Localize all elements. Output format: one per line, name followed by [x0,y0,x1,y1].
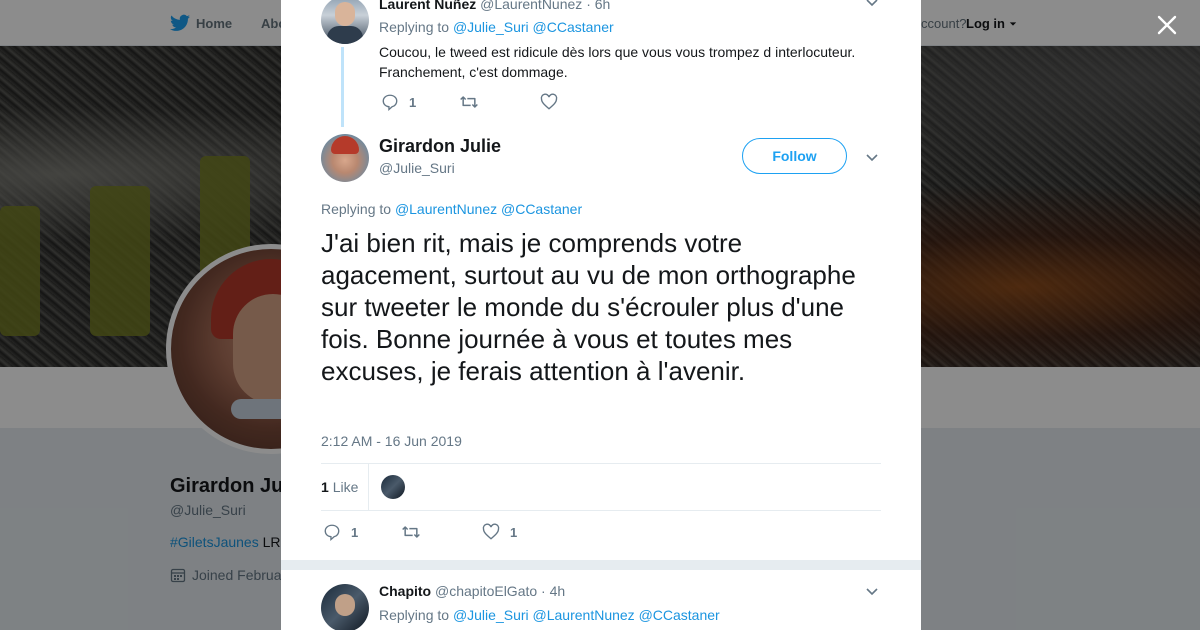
section-divider [281,560,921,570]
main-author-name[interactable]: Girardon Julie [379,136,501,157]
parent-replying-to: Replying to @Julie_Suri @CCastaner [379,19,614,35]
reply-tweet-time[interactable]: · 4h [541,583,565,599]
follow-button[interactable]: Follow [742,138,847,174]
likes-count: 1 [321,479,329,495]
reply-count: 1 [351,524,359,540]
chevron-down-icon[interactable] [864,0,880,10]
divider [321,510,881,511]
parent-author-handle[interactable]: @LaurentNunez [480,0,582,12]
chevron-down-icon[interactable] [864,583,880,599]
parent-author-name[interactable]: Laurent Nuñez [379,0,476,12]
like-button[interactable] [540,93,558,111]
chevron-down-icon[interactable] [864,149,880,165]
reply-author-handle[interactable]: @chapitoElGato [435,583,537,599]
tweet-modal: Laurent Nuñez @LaurentNunez · 6h Replyin… [281,0,921,630]
avatar-chapito[interactable] [321,584,369,630]
thread-line [341,47,344,127]
liker-avatar[interactable] [381,475,405,499]
like-button[interactable]: 1 [482,523,517,541]
retweet-icon [460,96,478,108]
retweet-button[interactable] [401,523,421,541]
reply-icon [324,524,340,541]
main-replying-to: Replying to @LaurentNunez @CCastaner [321,201,582,217]
replying-prefix: Replying to [379,19,450,35]
reply-button[interactable]: 1 [323,523,358,541]
parent-text-line: Franchement, c'est dommage. [379,64,568,80]
retweet-button[interactable] [459,93,479,111]
heart-icon [482,523,500,540]
parent-text-line: Coucou, le tweed est ridicule dès lors q… [379,44,856,60]
mention-link[interactable]: @CCastaner [639,607,720,623]
reply-count: 1 [409,94,417,110]
main-author-handle[interactable]: @Julie_Suri [379,160,455,176]
close-button[interactable] [1152,10,1182,40]
mention-link[interactable]: @LaurentNunez [395,201,497,217]
reply-author-name[interactable]: Chapito [379,583,431,599]
close-icon [1157,15,1177,35]
reply-button[interactable]: 1 [381,93,416,111]
mention-link[interactable]: @LaurentNunez [533,607,635,623]
avatar-julie[interactable] [321,134,369,182]
tweet-timestamp[interactable]: 2:12 AM - 16 Jun 2019 [321,433,462,449]
divider [321,463,881,464]
like-count: 1 [510,524,518,540]
likes-label: Like [332,479,359,495]
main-tweet-text: J'ai bien rit, mais je comprends votre a… [321,228,856,386]
mention-link[interactable]: @CCastaner [501,201,582,217]
parent-tweet-text: Coucou, le tweed est ridicule dès lors q… [379,42,855,82]
mention-link[interactable]: @Julie_Suri [453,19,529,35]
likes-stat[interactable]: 1 Like [321,479,358,495]
reply-icon [382,94,398,111]
divider [368,464,369,510]
reply-replying-to: Replying to @Julie_Suri @LaurentNunez @C… [379,607,720,623]
heart-icon [540,93,558,110]
parent-tweet-header: Laurent Nuñez @LaurentNunez · 6h [379,0,610,12]
replying-prefix: Replying to [379,607,450,623]
retweet-icon [402,526,420,538]
replying-prefix: Replying to [321,201,392,217]
parent-tweet-time[interactable]: · 6h [586,0,610,12]
mention-link[interactable]: @Julie_Suri [453,607,529,623]
mention-link[interactable]: @CCastaner [533,19,614,35]
avatar-laurent[interactable] [321,0,369,44]
reply-tweet-header: Chapito @chapitoElGato · 4h [379,583,565,599]
